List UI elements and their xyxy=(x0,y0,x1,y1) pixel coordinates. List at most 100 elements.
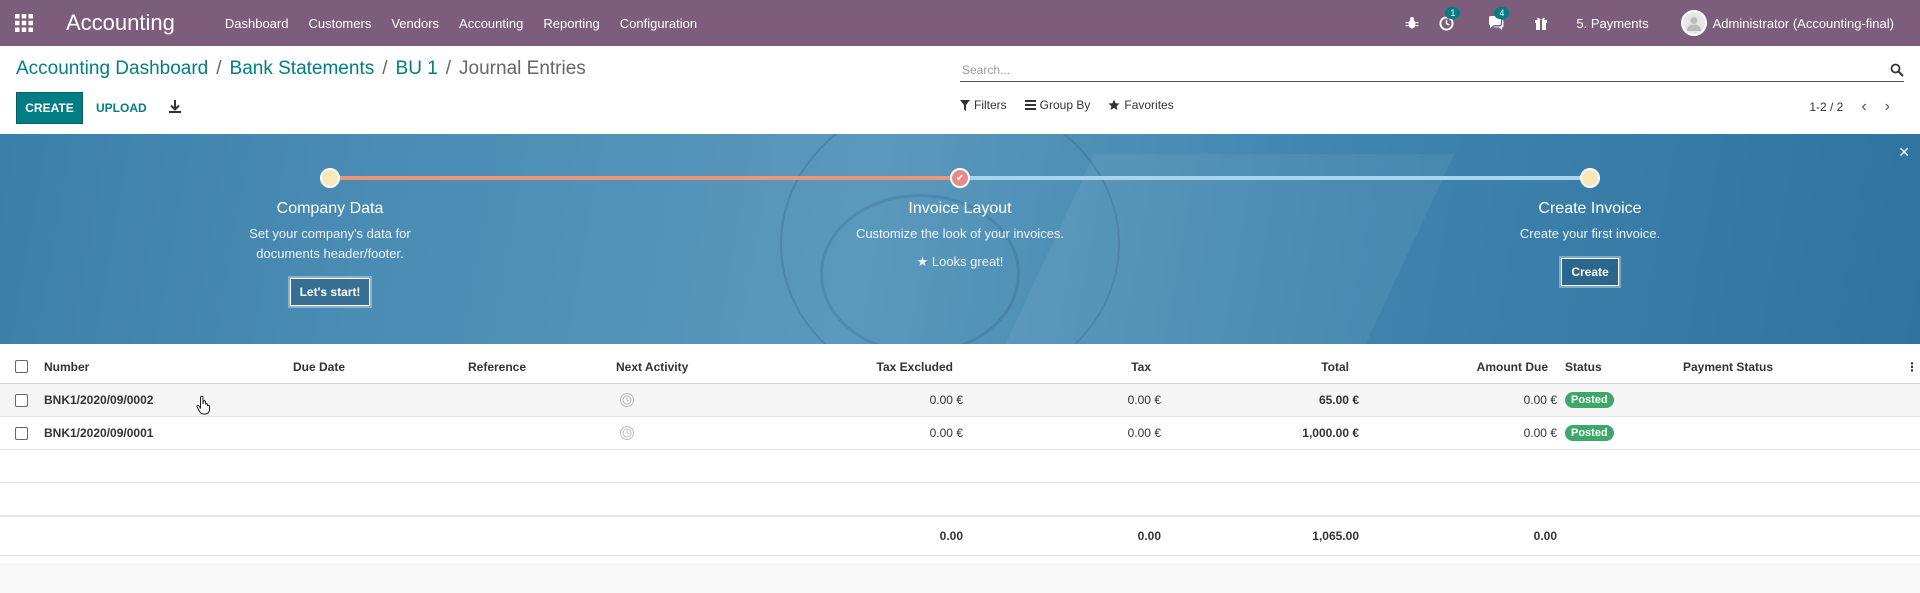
step-create-invoice: Create Invoice Create your first invoice… xyxy=(1440,200,1740,286)
star-icon: ★ xyxy=(916,254,929,269)
total-value: 65.00 € xyxy=(1318,393,1359,407)
pager: 1-2 / 2 ‹ › xyxy=(1809,98,1890,116)
create-button[interactable]: CREATE xyxy=(16,92,83,124)
messaging-menu[interactable]: 4 xyxy=(1478,7,1514,30)
close-icon[interactable]: ✕ xyxy=(1898,144,1910,161)
download-icon[interactable] xyxy=(166,98,184,116)
list-icon xyxy=(1024,100,1036,110)
breadcrumb-separator: / xyxy=(382,58,388,79)
step-title: Create Invoice xyxy=(1538,200,1642,217)
status-cell: Posted xyxy=(1565,417,1614,449)
row-checkbox[interactable] xyxy=(15,417,28,449)
step-description-line2: documents header/footer. xyxy=(256,246,404,261)
column-number[interactable]: Number xyxy=(44,350,89,383)
activity-menu[interactable]: 1 xyxy=(1429,6,1464,31)
status-cell: Posted xyxy=(1565,384,1614,416)
search-options: Filters Group By Favorites xyxy=(960,98,1174,112)
optional-columns-icon[interactable]: ⋮ xyxy=(1906,350,1918,383)
checkbox[interactable] xyxy=(15,426,28,440)
step-company-data: Company Data Set your company's data for… xyxy=(180,200,480,306)
journal-entries-table: Number Due Date Reference Next Activity … xyxy=(0,350,1920,556)
column-due-date[interactable]: Due Date xyxy=(293,350,345,383)
checkbox[interactable] xyxy=(15,360,28,373)
empty-row xyxy=(0,483,1920,516)
messages-count-badge: 4 xyxy=(1494,7,1510,19)
step-description-line1: Customize the look of your invoices. xyxy=(855,226,1065,241)
table-totals-row: 0.00 0.00 1,065.00 0.00 xyxy=(0,516,1920,556)
total-total: 1,065.00 xyxy=(1312,529,1359,543)
filter-icon xyxy=(960,99,970,111)
column-status[interactable]: Status xyxy=(1565,350,1602,383)
entry-number[interactable]: BNK1/2020/09/0002 xyxy=(44,384,153,416)
gift-icon[interactable] xyxy=(1524,16,1558,30)
upload-button[interactable]: UPLOAD xyxy=(96,92,147,124)
menu-dashboard[interactable]: Dashboard xyxy=(215,16,299,31)
company-switcher[interactable]: 5. Payments xyxy=(1566,16,1658,31)
pager-next-icon[interactable]: › xyxy=(1885,98,1890,116)
total-tax-excluded: 0.00 xyxy=(939,529,963,543)
user-menu[interactable]: Administrator (Accounting-final) xyxy=(1671,10,1904,36)
column-tax[interactable]: Tax xyxy=(1000,350,1151,383)
breadcrumb-separator: / xyxy=(445,58,452,79)
menu-reporting[interactable]: Reporting xyxy=(533,16,609,31)
bug-icon[interactable] xyxy=(1395,16,1429,30)
tax-excluded-value: 0.00 € xyxy=(929,426,963,440)
search-bar xyxy=(960,58,1904,82)
step-invoice-layout: Invoice Layout Customize the look of you… xyxy=(810,200,1110,272)
step-description-line1: Create your first invoice. xyxy=(1519,226,1661,241)
menu-vendors[interactable]: Vendors xyxy=(381,16,449,31)
menu-configuration[interactable]: Configuration xyxy=(610,16,707,31)
looks-great-label: Looks great! xyxy=(931,254,1004,269)
table-row[interactable]: BNK1/2020/09/0001 0.00 € 0.00 € 1,000.00… xyxy=(0,417,1920,450)
search-input[interactable] xyxy=(960,62,1890,77)
column-amount-due[interactable]: Amount Due xyxy=(1400,350,1548,383)
step-title: Company Data xyxy=(276,200,384,217)
entry-number[interactable]: BNK1/2020/09/0001 xyxy=(44,417,153,449)
menu-customers[interactable]: Customers xyxy=(298,16,381,31)
filters-toggle[interactable]: Filters xyxy=(960,98,1007,112)
pager-value[interactable]: 1-2 / 2 xyxy=(1809,100,1843,114)
column-tax-excluded[interactable]: Tax Excluded xyxy=(780,350,953,383)
column-payment-status[interactable]: Payment Status xyxy=(1683,350,1773,383)
page-title: Journal Entries xyxy=(459,58,586,79)
activity-icon[interactable] xyxy=(620,417,634,449)
step-dot-create-invoice xyxy=(1580,168,1600,188)
select-all-checkbox[interactable] xyxy=(15,350,28,383)
user-name: Administrator (Accounting-final) xyxy=(1712,15,1894,31)
column-next-activity[interactable]: Next Activity xyxy=(616,350,688,383)
breadcrumb-bu1[interactable]: BU 1 xyxy=(396,58,438,80)
groupby-toggle[interactable]: Group By xyxy=(1024,98,1090,112)
breadcrumb-bank-statements[interactable]: Bank Statements xyxy=(230,58,375,80)
step-done-text: ★ Looks great! xyxy=(810,252,1110,272)
breadcrumb: Accounting Dashboard / Bank Statements /… xyxy=(16,58,586,80)
create-invoice-button[interactable]: Create xyxy=(1561,258,1619,286)
step-description-line1: Set your company's data for xyxy=(249,226,411,241)
list-bottom-area xyxy=(0,563,1920,593)
column-total[interactable]: Total xyxy=(1200,350,1349,383)
status-badge: Posted xyxy=(1565,425,1614,441)
row-checkbox[interactable] xyxy=(15,384,28,416)
empty-row xyxy=(0,450,1920,483)
menu-accounting[interactable]: Accounting xyxy=(449,16,533,31)
hand-cursor-icon xyxy=(196,395,210,415)
star-icon xyxy=(1108,99,1120,110)
favorites-label: Favorites xyxy=(1124,98,1174,112)
main-menu: Dashboard Customers Vendors Accounting R… xyxy=(215,16,707,31)
total-amount-due: 0.00 xyxy=(1533,529,1557,543)
search-icon[interactable] xyxy=(1890,63,1904,77)
amount-due-value: 0.00 € xyxy=(1523,426,1557,440)
lets-start-button[interactable]: Let's start! xyxy=(289,278,371,306)
checkbox[interactable] xyxy=(15,393,28,407)
progress-track-done xyxy=(330,176,960,180)
amount-due-value: 0.00 € xyxy=(1523,393,1557,407)
column-reference[interactable]: Reference xyxy=(468,350,526,383)
progress-track-pending xyxy=(960,176,1590,180)
pager-previous-icon[interactable]: ‹ xyxy=(1861,98,1866,116)
activity-icon[interactable] xyxy=(620,384,634,416)
favorites-toggle[interactable]: Favorites xyxy=(1108,98,1174,112)
step-title: Invoice Layout xyxy=(908,200,1012,217)
apps-grid-icon[interactable] xyxy=(0,0,48,46)
breadcrumb-accounting-dashboard[interactable]: Accounting Dashboard xyxy=(16,58,208,80)
app-title[interactable]: Accounting xyxy=(66,10,175,36)
table-row[interactable]: BNK1/2020/09/0002 0.00 € 0.00 € 65.00 € … xyxy=(0,384,1920,417)
